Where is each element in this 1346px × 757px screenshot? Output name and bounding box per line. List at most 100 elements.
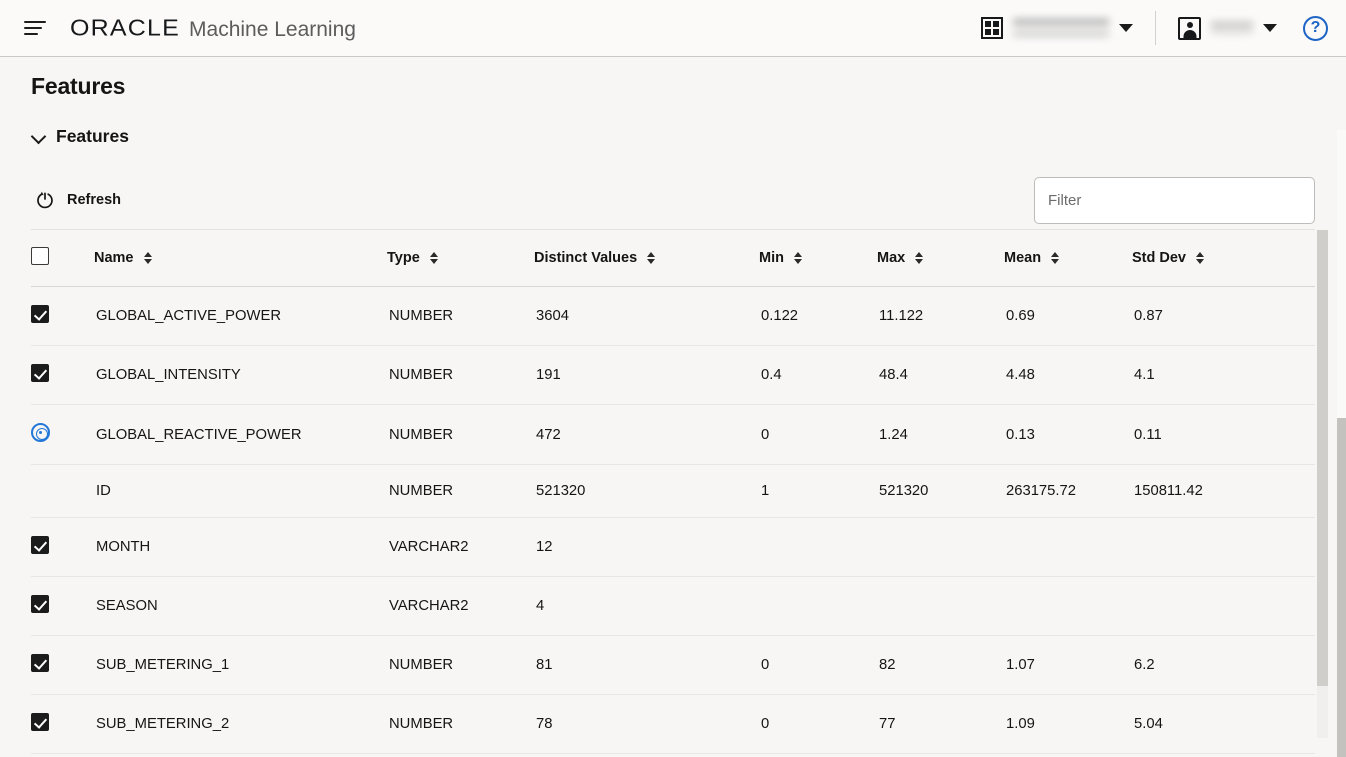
refresh-label: Refresh [67,192,121,208]
cell-max [877,517,1004,577]
refresh-icon [35,190,55,210]
filter-input[interactable] [1034,176,1315,224]
cell-max: 1.24 [877,404,1004,465]
table-vertical-scrollbar[interactable] [1317,230,1328,738]
cell-min: 0 [759,753,877,757]
table-row[interactable]: ID NUMBER 521320 1 521320 263175.72 150811.42 [31,464,1315,518]
cell-max: 77 [877,694,1004,754]
row-marker-cell [31,635,94,695]
sort-std-dev-icon[interactable] [1196,252,1204,264]
header-divider [1155,11,1156,45]
cell-std-dev: 150811.42 [1132,464,1315,518]
page-vertical-scrollbar[interactable] [1337,130,1346,757]
row-checkbox[interactable] [31,654,49,672]
help-question-icon[interactable]: ? [1303,15,1328,41]
row-checkbox[interactable] [31,364,49,382]
table-header: Name Type Distinct Values Min Max Mean S… [31,230,1315,287]
row-checkbox[interactable] [31,305,49,323]
table-header-row: Name Type Distinct Values Min Max Mean S… [31,230,1315,287]
cell-distinct-values: 32 [534,753,759,757]
app-name-label: Machine Learning [189,17,356,41]
cell-max: 82 [877,635,1004,695]
cell-distinct-values: 78 [534,694,759,754]
cell-min: 0.122 [759,286,877,346]
table-row[interactable]: SUB_METERING_2 NUMBER 78 0 77 1.09 5.04 [31,694,1315,754]
table-row[interactable]: MONTH VARCHAR2 12 [31,517,1315,577]
th-std-dev[interactable]: Std Dev [1132,230,1315,287]
cell-mean [1004,517,1132,577]
cell-distinct-values: 191 [534,345,759,405]
row-marker-cell [31,345,94,405]
cell-std-dev: 6.2 [1132,635,1315,695]
th-mean[interactable]: Mean [1004,230,1132,287]
table-row[interactable]: GLOBAL_REACTIVE_POWER NUMBER 472 0 1.24 0.13 0… [31,404,1315,465]
oracle-wordmark: ORACLE [70,14,181,41]
cell-mean: 0.69 [1004,286,1132,346]
select-all-checkbox[interactable] [31,247,49,265]
target-column-icon[interactable] [31,423,50,442]
sort-min-icon[interactable] [793,252,802,264]
th-distinct-values[interactable]: Distinct Values [534,230,759,287]
th-max[interactable]: Max [877,230,1004,287]
hamburger-line [24,21,46,23]
cell-std-dev: 5.04 [1132,694,1315,754]
hamburger-menu-icon[interactable] [24,17,52,39]
sort-mean-icon[interactable] [1051,252,1060,264]
th-type-label: Type [387,250,420,266]
table-row[interactable]: GLOBAL_ACTIVE_POWER NUMBER 3604 0.122 11.122… [31,286,1315,346]
user-menu[interactable] [1178,16,1277,40]
page-scrollbar-thumb[interactable] [1337,418,1346,757]
project-chevron-down-icon[interactable] [1119,24,1133,32]
th-min-label: Min [759,250,784,266]
th-select-all [31,230,94,287]
features-section-header[interactable]: Features [32,126,1346,147]
cell-min: 0.4 [759,345,877,405]
cell-type: NUMBER [387,345,534,405]
table-row[interactable]: SUB_METERING_1 NUMBER 81 0 82 1.07 6.2 [31,635,1315,695]
cell-name: GLOBAL_INTENSITY [94,345,387,405]
cell-mean: 1.07 [1004,635,1132,695]
project-selector[interactable] [981,13,1133,43]
th-name[interactable]: Name [94,230,387,287]
sort-type-icon[interactable] [429,252,438,264]
cell-name: GLOBAL_ACTIVE_POWER [94,286,387,346]
sort-max-icon[interactable] [915,252,924,264]
cell-max: 31 [877,753,1004,757]
table-row[interactable]: GLOBAL_INTENSITY NUMBER 191 0.4 48.4 4.48 4.1 [31,345,1315,405]
page-content: Features Features Refresh Filter Name Ty… [0,73,1346,757]
row-checkbox[interactable] [31,713,49,731]
th-mean-label: Mean [1004,250,1042,266]
user-chevron-down-icon[interactable] [1263,24,1277,32]
table-scrollbar-thumb[interactable] [1317,230,1328,686]
cell-std-dev: 4.1 [1132,345,1315,405]
cell-distinct-values: 4 [534,576,759,636]
chevron-down-icon[interactable] [32,130,46,144]
cell-name: SUB_METERING_2 [94,694,387,754]
cell-type: NUMBER [387,464,534,518]
cell-std-dev: 8.71 [1132,753,1315,757]
cell-mean: 1.09 [1004,694,1132,754]
th-std-dev-label: Std Dev [1132,250,1186,266]
sort-name-icon[interactable] [143,252,152,264]
cell-distinct-values: 521320 [534,464,759,518]
th-type[interactable]: Type [387,230,534,287]
table-row[interactable]: SUB_METERING_3NUMBER320316.798.71 [31,753,1315,757]
table-row[interactable]: SEASON VARCHAR2 4 [31,576,1315,636]
row-checkbox[interactable] [31,595,49,613]
cell-type: NUMBER [387,753,534,757]
th-min[interactable]: Min [759,230,877,287]
grid-apps-icon[interactable] [981,17,1003,39]
cell-min: 0 [759,635,877,695]
hamburger-line [24,27,42,29]
cell-max: 48.4 [877,345,1004,405]
features-table-wrapper: Name Type Distinct Values Min Max Mean S… [31,230,1328,757]
user-account-icon[interactable] [1178,16,1201,40]
row-checkbox[interactable] [31,536,49,554]
sort-distinct-values-icon[interactable] [647,252,656,264]
app-header: ORACLE Machine Learning ? [0,0,1346,57]
section-title: Features [56,126,129,146]
refresh-button[interactable]: Refresh [31,186,125,214]
cell-type: NUMBER [387,286,534,346]
cell-type: NUMBER [387,694,534,754]
table-toolbar: Refresh [31,171,1315,230]
